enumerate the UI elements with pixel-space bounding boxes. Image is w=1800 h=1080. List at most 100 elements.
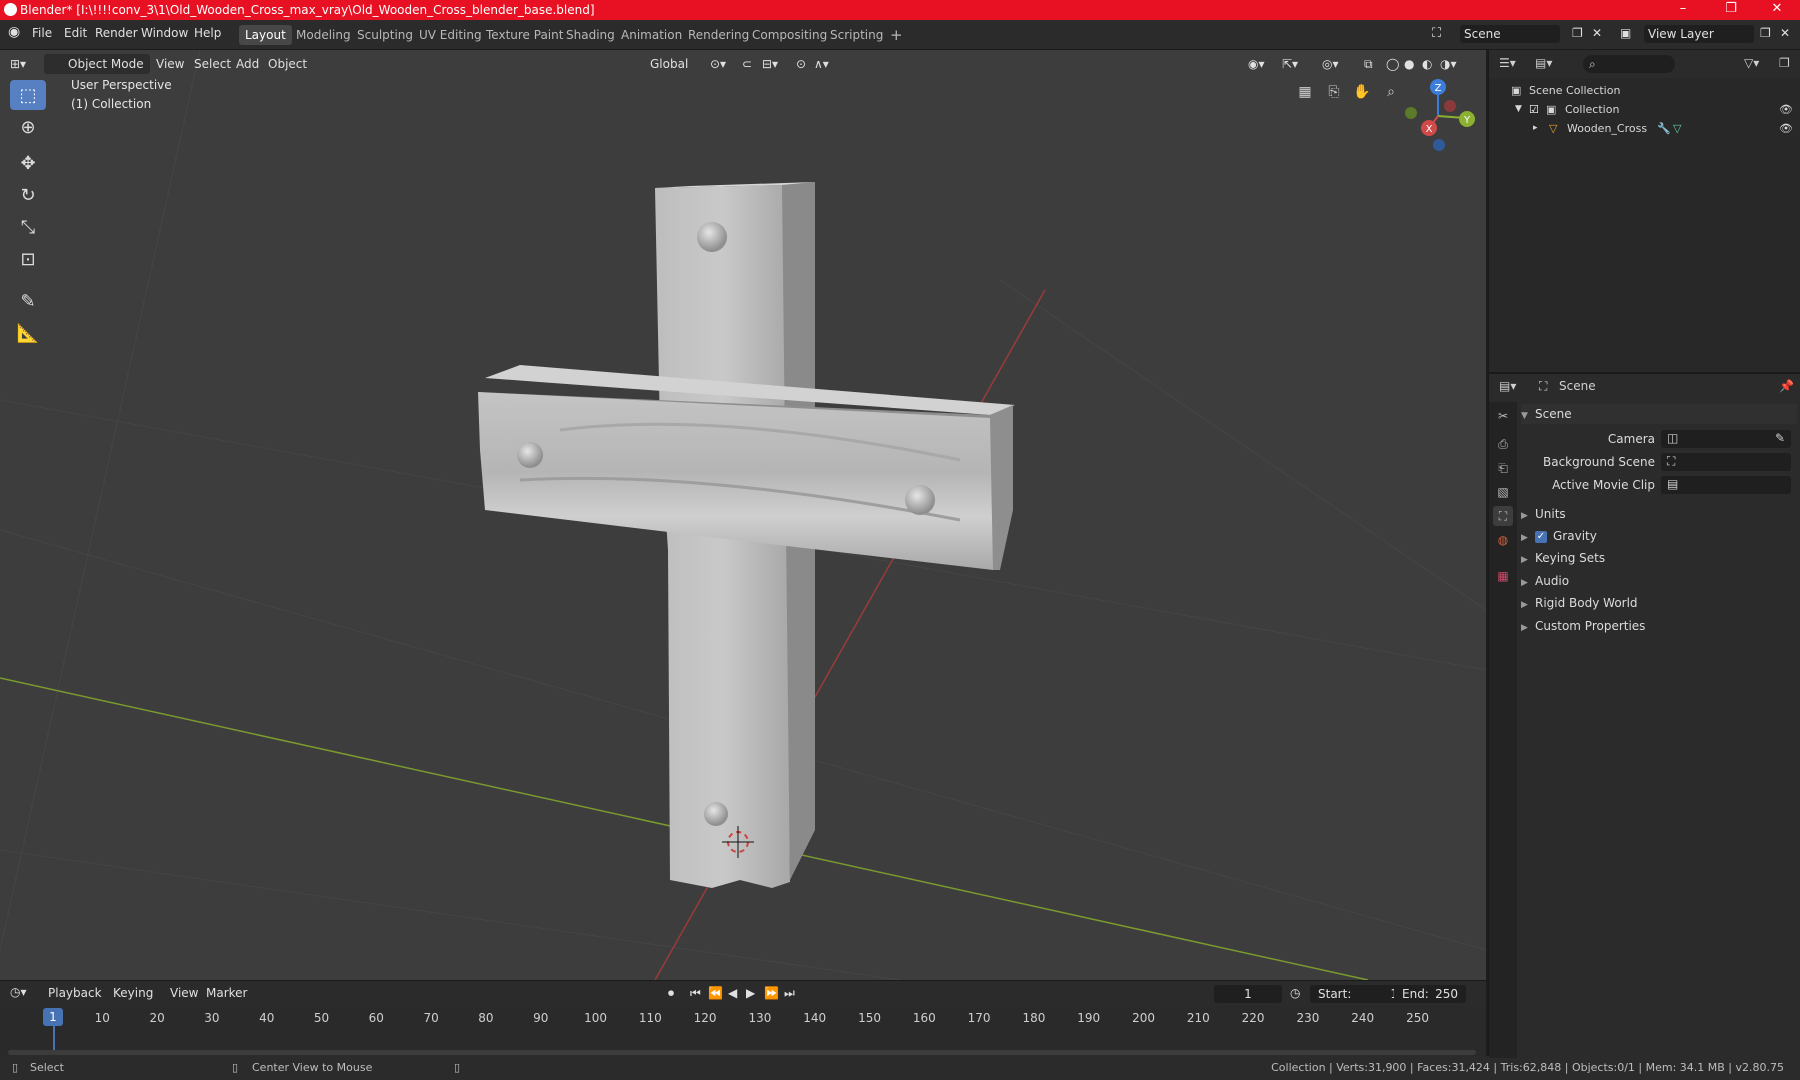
- proportional-edit-icon[interactable]: ⊙: [796, 57, 806, 71]
- measure-tool-icon[interactable]: 📐: [10, 318, 46, 348]
- active-movie-clip-field[interactable]: ▤: [1661, 476, 1791, 494]
- scale-tool-icon[interactable]: ⤡: [10, 212, 46, 242]
- outliner-editor-icon[interactable]: ☰▾: [1499, 56, 1516, 70]
- panel-rigid-body-world[interactable]: ▶ Rigid Body World: [1521, 593, 1797, 613]
- scene-field[interactable]: Scene: [1460, 25, 1560, 43]
- menu-render[interactable]: Render: [95, 26, 138, 40]
- minimize-button[interactable]: –: [1662, 0, 1704, 20]
- tab-uv-editing[interactable]: UV Editing: [413, 25, 488, 45]
- tab-animation[interactable]: Animation: [615, 25, 688, 45]
- snap-target-icon[interactable]: ⊟▾: [762, 57, 778, 71]
- editor-type-icon[interactable]: ⊞▾: [10, 57, 26, 71]
- navigation-gizmo[interactable]: Z Y X: [1405, 79, 1475, 151]
- menu-view[interactable]: View: [156, 57, 184, 71]
- new-collection-icon[interactable]: ❐: [1779, 56, 1790, 70]
- expand-object-icon[interactable]: ▸: [1533, 119, 1538, 138]
- annotate-tool-icon[interactable]: ✎: [10, 286, 46, 316]
- move-tool-icon[interactable]: ✥: [10, 148, 46, 178]
- current-frame-field[interactable]: 1: [1214, 985, 1282, 1003]
- menu-timeline-view[interactable]: View: [170, 986, 198, 1000]
- menu-edit[interactable]: Edit: [64, 26, 87, 40]
- scene-panel-header[interactable]: ▼ Scene: [1521, 404, 1797, 424]
- orientation-dropdown[interactable]: Global: [626, 54, 694, 74]
- tab-compositing[interactable]: Compositing: [746, 25, 833, 45]
- view-layer-field[interactable]: View Layer: [1644, 25, 1754, 43]
- close-button[interactable]: ✕: [1756, 0, 1798, 20]
- eyedropper-icon[interactable]: ✎: [1775, 431, 1785, 445]
- world-tab-icon[interactable]: ◍: [1493, 530, 1513, 550]
- view-layer-tab-icon[interactable]: ▧: [1493, 482, 1513, 502]
- scene-remove-icon[interactable]: ✕: [1592, 26, 1602, 40]
- grid-view-icon[interactable]: ▦: [1291, 78, 1319, 106]
- transform-tool-icon[interactable]: ⊡: [10, 244, 46, 274]
- tool-tab-icon[interactable]: ✂: [1493, 406, 1513, 426]
- prev-keyframe-button[interactable]: ⏪: [708, 986, 723, 1000]
- jump-end-button[interactable]: ⏭: [784, 986, 795, 1001]
- menu-playback[interactable]: Playback: [48, 986, 102, 1000]
- zoom-icon[interactable]: ⌕: [1377, 78, 1405, 106]
- outliner-row-collection[interactable]: ▼ ☑ ▣ Collection 👁: [1489, 100, 1800, 119]
- menu-add[interactable]: Add: [236, 57, 259, 71]
- timeline-scrollbar[interactable]: [8, 1050, 1476, 1055]
- menu-file[interactable]: File: [32, 26, 52, 40]
- outliner-search-input[interactable]: ⌕: [1583, 55, 1675, 73]
- expand-collection-icon[interactable]: ▼: [1515, 100, 1522, 119]
- playhead-line[interactable]: [53, 1026, 55, 1052]
- tab-rendering[interactable]: Rendering: [682, 25, 755, 45]
- blender-menu-icon[interactable]: ◉: [8, 24, 20, 40]
- panel-audio[interactable]: ▶ Audio: [1521, 571, 1797, 591]
- tab-sculpting[interactable]: Sculpting: [351, 25, 419, 45]
- tab-shading[interactable]: Shading: [560, 25, 621, 45]
- outliner-row-scene-collection[interactable]: ▣ Scene Collection: [1489, 81, 1800, 100]
- output-tab-icon[interactable]: ⎗: [1493, 458, 1513, 478]
- panel-keying-sets[interactable]: ▶ Keying Sets: [1521, 548, 1797, 568]
- display-mode-icon[interactable]: ▤▾: [1535, 56, 1552, 70]
- rendered-shading-icon[interactable]: ◑▾: [1440, 57, 1457, 71]
- jump-start-button[interactable]: ⏮: [690, 986, 701, 1001]
- panel-units[interactable]: ▶ Units: [1521, 504, 1797, 524]
- collection-checkbox[interactable]: ☑: [1529, 100, 1539, 119]
- scene-new-icon[interactable]: ❐: [1572, 26, 1583, 40]
- render-tab-icon[interactable]: ⎙: [1493, 434, 1513, 454]
- camera-field[interactable]: ◫ ✎: [1661, 430, 1791, 448]
- view-layer-new-icon[interactable]: ❐: [1760, 26, 1771, 40]
- play-reverse-button[interactable]: ◀: [728, 986, 737, 1000]
- start-frame-field[interactable]: Start:1: [1310, 985, 1406, 1003]
- xray-icon[interactable]: ⧉: [1364, 57, 1373, 72]
- cursor-tool-icon[interactable]: ⊕: [10, 112, 46, 142]
- pan-hand-icon[interactable]: ✋: [1348, 78, 1376, 106]
- preview-range-icon[interactable]: ◷: [1290, 986, 1300, 1000]
- tab-modeling[interactable]: Modeling: [290, 25, 357, 45]
- gizmo-toggle-icon[interactable]: ⇱▾: [1282, 57, 1298, 71]
- modifier-wrench-icon[interactable]: 🔧: [1657, 119, 1671, 138]
- menu-select[interactable]: Select: [194, 57, 231, 71]
- visibility-icon[interactable]: ◉▾: [1248, 57, 1265, 71]
- gravity-checkbox[interactable]: ✓: [1535, 530, 1547, 543]
- scene-tab-icon[interactable]: ⛶: [1493, 506, 1513, 526]
- mode-dropdown[interactable]: Object Mode: [44, 54, 150, 74]
- menu-keying[interactable]: Keying: [113, 986, 153, 1000]
- pin-icon[interactable]: 📌: [1779, 379, 1794, 393]
- menu-help[interactable]: Help: [194, 26, 221, 40]
- scene-selector-icon[interactable]: ⛶: [1432, 26, 1441, 41]
- pivot-icon[interactable]: ⊙▾: [710, 57, 726, 71]
- tab-texture-paint[interactable]: Texture Paint: [480, 25, 569, 45]
- play-button[interactable]: ▶: [746, 986, 755, 1000]
- panel-gravity[interactable]: ▶ ✓ Gravity: [1521, 526, 1797, 546]
- background-scene-field[interactable]: ⛶: [1661, 453, 1791, 471]
- texture-tab-icon[interactable]: ▦: [1493, 566, 1513, 586]
- solid-shading-icon[interactable]: ●: [1404, 57, 1414, 71]
- tab-layout[interactable]: Layout: [239, 25, 292, 45]
- snap-icon[interactable]: ⊂: [742, 57, 752, 71]
- next-keyframe-button[interactable]: ⏩: [764, 986, 779, 1000]
- outliner-row-wooden-cross[interactable]: ▸ ▽ Wooden_Cross 🔧 ▽ 👁: [1489, 119, 1800, 138]
- properties-editor-icon[interactable]: ▤▾: [1499, 379, 1516, 393]
- current-frame-marker[interactable]: 1: [43, 1008, 63, 1026]
- falloff-icon[interactable]: ∧▾: [814, 57, 829, 71]
- record-button[interactable]: ⏺: [668, 986, 674, 1001]
- wooden-cross-model[interactable]: [478, 182, 1015, 888]
- end-frame-field[interactable]: End: 250: [1394, 985, 1466, 1003]
- panel-custom-properties[interactable]: ▶ Custom Properties: [1521, 616, 1797, 636]
- material-shading-icon[interactable]: ◐: [1422, 57, 1432, 71]
- timeline-area[interactable]: 1 10 20 30 40 50 60 70 80 90 100 110 120 130 140 150 160…: [0, 1006, 1486, 1056]
